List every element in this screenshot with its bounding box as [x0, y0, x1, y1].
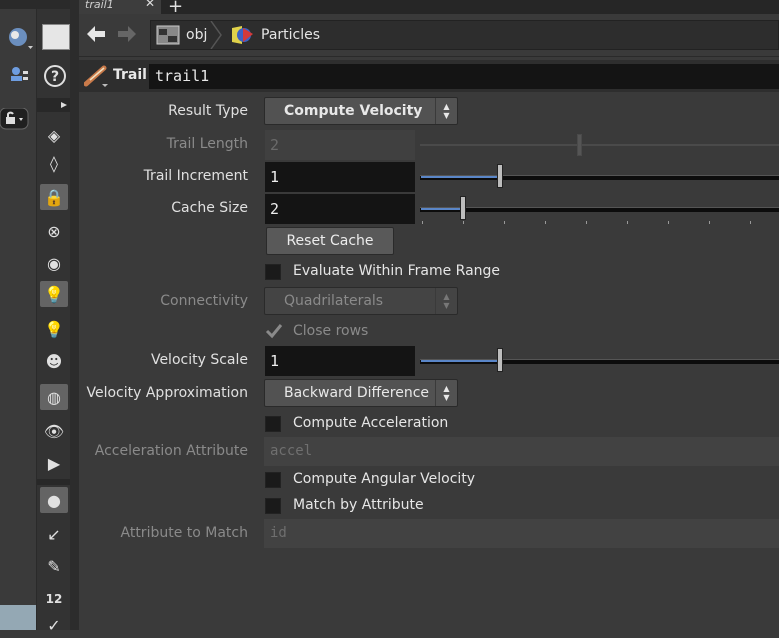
visibility-icon[interactable]: 👁 — [40, 418, 68, 444]
tab-close-icon[interactable]: ✕ — [145, 0, 155, 9]
trail-node-icon[interactable] — [83, 64, 110, 88]
result-type-value: Compute Velocity — [284, 103, 423, 119]
velocity-approx-menu[interactable]: Backward Difference ▲ ▼ — [264, 379, 458, 407]
node-type-label: Trail — [113, 67, 147, 83]
trail-length-slider[interactable] — [420, 134, 779, 156]
menu-arrows-icon: ▲ ▼ — [435, 288, 457, 314]
tab-label: trail1 — [85, 0, 114, 11]
breadcrumb-particles[interactable]: Particles — [229, 21, 320, 49]
result-type-label: Result Type — [168, 103, 248, 119]
slider-ticks — [420, 221, 779, 224]
left-toolbar — [0, 0, 36, 630]
connectivity-value: Quadrilaterals — [284, 293, 384, 309]
shelf-divider — [37, 479, 71, 485]
breadcrumb: obj Particles — [150, 20, 779, 50]
slider-handle[interactable] — [497, 164, 503, 188]
compute-accel-checkbox[interactable] — [265, 416, 281, 432]
close-rows-label: Close rows — [293, 323, 369, 339]
bypass-icon[interactable]: ◊ — [40, 150, 68, 176]
render-icon[interactable]: ▶ — [40, 450, 68, 476]
light-bulb-alt-icon[interactable]: 💡 — [40, 316, 68, 342]
connectivity-label: Connectivity — [160, 293, 248, 309]
slider-track — [420, 144, 779, 146]
slider-handle[interactable] — [577, 134, 582, 156]
svg-text:?: ? — [51, 69, 59, 85]
toolbar-top-edge — [0, 0, 36, 9]
close-rows-checkmark-icon[interactable] — [265, 322, 283, 344]
menu-arrows-icon: ▲ ▼ — [435, 98, 457, 124]
breadcrumb-particles-label: Particles — [261, 27, 321, 43]
breadcrumb-obj-label: obj — [186, 27, 208, 43]
slider-handle[interactable] — [460, 196, 466, 220]
slider-handle[interactable] — [497, 348, 503, 372]
display-options-icon[interactable] — [6, 24, 34, 54]
help-icon[interactable]: ? — [43, 64, 67, 92]
match-by-attr-label: Match by Attribute — [293, 497, 424, 513]
template-flag-icon[interactable]: ◈ — [40, 122, 68, 148]
brush-icon[interactable]: ✎ — [40, 553, 68, 579]
pane-divider[interactable] — [70, 0, 79, 630]
viewport-icon[interactable] — [42, 24, 70, 50]
connectivity-menu[interactable]: Quadrilaterals ▲ ▼ — [264, 287, 458, 315]
trail-increment-field[interactable]: 1 — [265, 162, 415, 192]
cache-size-label: Cache Size — [171, 200, 248, 216]
compute-angular-label: Compute Angular Velocity — [293, 471, 476, 487]
breadcrumb-separator-icon — [210, 21, 222, 49]
light-bulb-icon[interactable]: 💡 — [40, 281, 68, 307]
sphere-icon[interactable]: ◍ — [40, 384, 68, 410]
number-badge-icon[interactable]: 12 — [40, 586, 68, 612]
trail-increment-slider[interactable] — [420, 164, 779, 188]
velocity-approx-label: Velocity Approximation — [86, 385, 248, 401]
display-flag-icon[interactable]: ◉ — [40, 250, 68, 276]
check-icon[interactable]: ✓ — [40, 612, 68, 638]
cache-size-field[interactable]: 2 — [265, 194, 415, 224]
velocity-approx-value: Backward Difference — [284, 385, 430, 401]
slider-fill — [421, 176, 499, 178]
badge-number: 12 — [45, 592, 63, 606]
match-by-attr-checkbox[interactable] — [265, 498, 281, 514]
attr-to-match-label: Attribute to Match — [120, 525, 249, 541]
geometry-node-icon — [232, 26, 253, 44]
tab-trail1[interactable]: trail1 ✕ — [79, 0, 161, 14]
evaluate-range-checkbox[interactable] — [265, 264, 281, 280]
trail-length-field[interactable]: 2 — [265, 130, 415, 160]
breadcrumb-obj[interactable]: obj — [156, 21, 207, 49]
tab-bar — [79, 0, 779, 14]
compute-accel-label: Compute Acceleration — [293, 415, 449, 431]
back-arrow-icon[interactable] — [85, 24, 107, 49]
point-icon[interactable]: ● — [40, 487, 68, 513]
trail-increment-label: Trail Increment — [143, 168, 248, 184]
lock-toggle-icon[interactable] — [0, 107, 34, 130]
accel-attr-field[interactable]: accel — [264, 437, 779, 466]
velocity-scale-field[interactable]: 1 — [265, 346, 415, 376]
trail-length-label: Trail Length — [166, 136, 248, 152]
velocity-scale-slider[interactable] — [420, 348, 779, 372]
evaluate-range-label: Evaluate Within Frame Range — [293, 263, 501, 279]
forward-arrow-icon[interactable] — [116, 24, 138, 49]
slider-fill — [421, 360, 499, 362]
attr-to-match-field[interactable]: id — [264, 519, 779, 548]
tool-shelf: ? ◈ ◊ 🔒 ⊗ ◉ 💡 💡 ☻ ◍ 👁 ▶ ● ↙ ✎ 12 ✓ — [36, 0, 71, 635]
velocity-scale-label: Velocity Scale — [150, 352, 248, 368]
light-dark-icon[interactable]: ☻ — [40, 348, 68, 374]
curve-tool-icon[interactable]: ↙ — [40, 521, 68, 547]
reset-cache-button[interactable]: Reset Cache — [266, 227, 394, 255]
node-name-field[interactable]: trail1 — [149, 64, 779, 89]
cache-size-slider[interactable] — [420, 196, 779, 224]
menu-arrows-icon: ▲ ▼ — [435, 380, 457, 406]
slider-fill — [421, 208, 461, 210]
user-icon[interactable] — [8, 65, 30, 93]
clear-icon[interactable]: ⊗ — [40, 218, 68, 244]
accel-attr-label: Acceleration Attribute — [94, 443, 248, 459]
result-type-menu[interactable]: Compute Velocity ▲ ▼ — [264, 97, 458, 125]
shelf-header — [37, 98, 71, 112]
status-swatch — [0, 605, 36, 630]
object-network-icon — [156, 25, 180, 45]
lock-icon[interactable]: 🔒 — [40, 184, 68, 210]
slider-track — [420, 207, 779, 212]
shelf-top-edge — [37, 0, 71, 9]
compute-angular-checkbox[interactable] — [265, 472, 281, 488]
